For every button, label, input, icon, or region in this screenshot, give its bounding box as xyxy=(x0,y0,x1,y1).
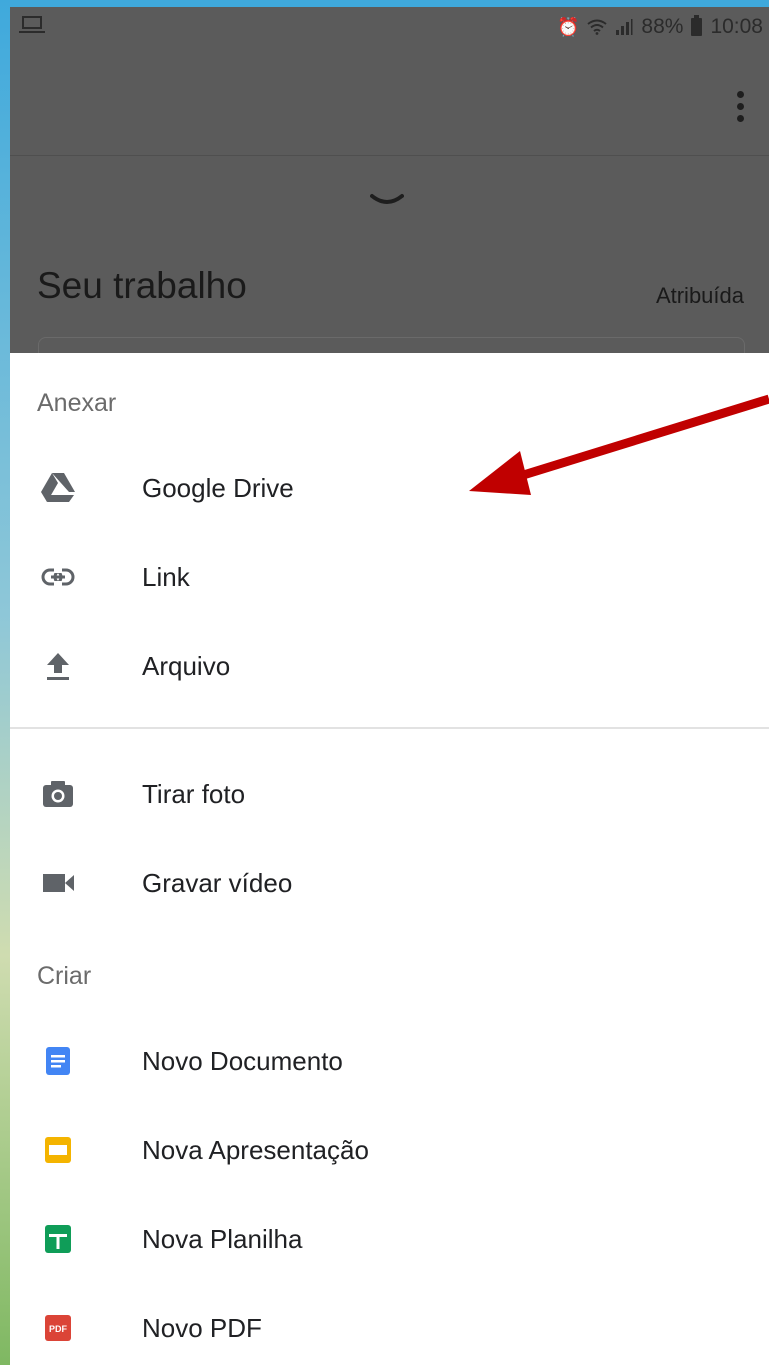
wifi-icon xyxy=(587,19,608,35)
menu-item-label: Arquivo xyxy=(142,650,231,681)
laptop-icon xyxy=(19,16,45,33)
frame-left-edge xyxy=(0,0,10,1365)
app-toolbar xyxy=(10,45,769,156)
your-work-title: Seu trabalho xyxy=(37,265,247,306)
menu-item-label: Nova Apresentação xyxy=(142,1134,369,1165)
signal-icon xyxy=(616,19,633,35)
chevron-down-icon[interactable] xyxy=(370,192,404,212)
assignment-status: Atribuída xyxy=(655,283,744,308)
menu-item-link[interactable]: Link xyxy=(10,537,769,617)
more-options-icon[interactable] xyxy=(737,91,745,123)
menu-item-label: Tirar foto xyxy=(142,778,246,809)
camera-icon xyxy=(38,774,78,814)
menu-item-label: Novo Documento xyxy=(142,1045,343,1076)
link-icon xyxy=(38,557,78,597)
menu-item-new-spreadsheet[interactable]: Nova Planilha xyxy=(10,1199,769,1279)
battery-icon xyxy=(691,15,703,36)
annotation-arrow xyxy=(469,394,769,495)
menu-item-file-upload[interactable]: Arquivo xyxy=(10,626,769,706)
pdf-icon: PDF xyxy=(38,1308,78,1348)
pdf-icon-text: PDF xyxy=(49,1324,68,1334)
create-section-header: Criar xyxy=(37,962,92,990)
dimmed-background-app[interactable]: ⏰ 88% 10:08 Seu trabalho Atribuída xyxy=(10,7,769,379)
attach-section-header: Anexar xyxy=(37,389,117,417)
menu-item-label: Novo PDF xyxy=(142,1312,262,1343)
attach-bottom-sheet: Anexar Google Drive Link Arquivo Tirar f… xyxy=(10,353,769,1365)
frame-top-edge xyxy=(0,0,769,7)
menu-item-label: Link xyxy=(142,561,190,592)
slides-icon xyxy=(38,1130,78,1170)
video-camera-icon xyxy=(38,863,78,903)
upload-icon xyxy=(38,646,78,686)
menu-item-new-document[interactable]: Novo Documento xyxy=(10,1021,769,1101)
section-divider xyxy=(10,727,769,729)
menu-item-record-video[interactable]: Gravar vídeo xyxy=(10,843,769,923)
google-drive-icon xyxy=(38,468,78,508)
docs-icon xyxy=(38,1041,78,1081)
menu-item-new-presentation[interactable]: Nova Apresentação xyxy=(10,1110,769,1190)
menu-item-new-pdf[interactable]: PDF Novo PDF xyxy=(10,1288,769,1365)
menu-item-label: Nova Planilha xyxy=(142,1223,303,1254)
battery-percent: 88% xyxy=(641,15,684,38)
alarm-icon: ⏰ xyxy=(556,16,580,37)
status-bar: ⏰ 88% 10:08 xyxy=(10,7,769,45)
clock-time: 10:08 xyxy=(710,15,763,38)
sheets-icon xyxy=(38,1219,78,1259)
menu-item-label: Gravar vídeo xyxy=(142,867,293,898)
phone-screen: ⏰ 88% 10:08 Seu trabalho Atribuída Anexa… xyxy=(10,7,769,1365)
status-indicators: ⏰ 88% 10:08 xyxy=(557,15,763,39)
menu-item-take-photo[interactable]: Tirar foto xyxy=(10,754,769,834)
menu-item-label: Google Drive xyxy=(142,472,294,503)
